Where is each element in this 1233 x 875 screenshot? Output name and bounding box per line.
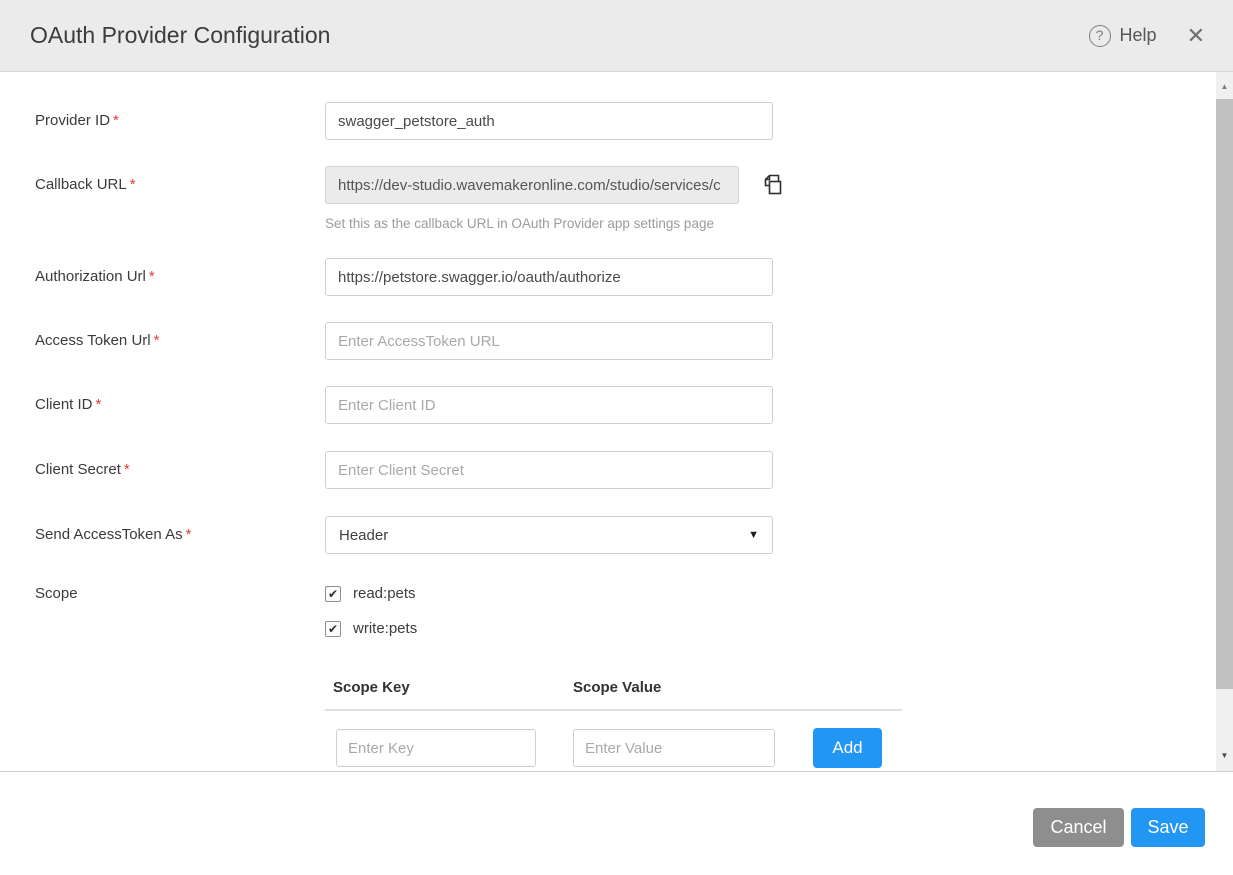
scope-option-read-pets: ✔ read:pets [325,585,785,602]
label-text: Client Secret [35,461,121,478]
callback-url-input [325,166,739,204]
checkbox-label: read:pets [353,585,416,602]
scope-option-write-pets: ✔ write:pets [325,620,785,637]
save-button[interactable]: Save [1131,808,1205,847]
dialog-body: Provider ID* Callback URL* [0,72,1233,772]
callback-url-control: Set this as the callback URL in OAuth Pr… [325,166,785,231]
callback-url-row: Callback URL* Set this as the callback U… [35,166,1233,231]
close-icon[interactable]: ✕ [1187,25,1205,47]
required-marker: * [130,176,136,193]
oauth-provider-dialog: OAuth Provider Configuration ? Help ✕ Pr… [0,0,1233,875]
scope-key-header: Scope Key [333,679,573,696]
client-id-control [325,386,785,424]
access-token-url-row: Access Token Url* [35,322,1233,360]
provider-id-input[interactable] [325,102,773,140]
copy-icon[interactable] [760,171,785,199]
access-token-url-control [325,322,785,360]
send-access-token-row: Send AccessToken As* Header ▼ [35,516,1233,554]
send-access-token-control: Header ▼ [325,516,785,554]
provider-id-control [325,102,785,140]
label-text: Client ID [35,396,93,413]
check-icon: ✔ [328,623,338,635]
scope-table: Scope Key Scope Value Add [325,679,902,768]
scroll-down-icon[interactable]: ▼ [1216,747,1233,765]
scope-row: Scope ✔ read:pets ✔ write:pets [35,585,1233,655]
scope-value-header: Scope Value [573,679,661,696]
client-id-row: Client ID* [35,386,1233,424]
required-marker: * [124,461,130,478]
provider-id-row: Provider ID* [35,102,1233,140]
client-id-label: Client ID* [35,386,325,424]
chevron-down-icon: ▼ [748,529,759,541]
client-secret-input[interactable] [325,451,773,489]
vertical-scrollbar[interactable]: ▲ ▼ [1216,72,1233,771]
client-secret-row: Client Secret* [35,451,1233,489]
scope-key-input[interactable] [336,729,536,767]
callback-url-label: Callback URL* [35,166,325,231]
label-text: Access Token Url [35,332,151,349]
label-text: Scope [35,585,78,602]
help-link[interactable]: ? Help [1089,25,1157,47]
label-text: Send AccessToken As [35,526,183,543]
help-label[interactable]: Help [1120,25,1157,46]
scope-table-row: Add [325,728,902,768]
send-access-token-select[interactable]: Header ▼ [325,516,773,554]
dialog-footer: Cancel Save [0,772,1233,875]
authorization-url-row: Authorization Url* [35,258,1233,296]
client-secret-control [325,451,785,489]
callback-url-helper: Set this as the callback URL in OAuth Pr… [325,216,785,231]
required-marker: * [154,332,160,349]
authorization-url-input[interactable] [325,258,773,296]
scrollbar-thumb[interactable] [1216,99,1233,689]
provider-id-label: Provider ID* [35,102,325,140]
label-text: Callback URL [35,176,127,193]
footer-buttons: Cancel Save [1033,808,1205,847]
required-marker: * [149,268,155,285]
checkbox-write-pets[interactable]: ✔ [325,621,341,637]
client-secret-label: Client Secret* [35,451,325,489]
scope-label: Scope [35,585,325,655]
scope-value-input[interactable] [573,729,775,767]
label-text: Provider ID [35,112,110,129]
send-access-token-label: Send AccessToken As* [35,516,325,554]
label-text: Authorization Url [35,268,146,285]
scope-options: ✔ read:pets ✔ write:pets [325,585,785,655]
cancel-button[interactable]: Cancel [1033,808,1124,847]
required-marker: * [186,526,192,543]
checkbox-read-pets[interactable]: ✔ [325,586,341,602]
authorization-url-control [325,258,785,296]
select-value: Header [339,527,388,544]
page-title: OAuth Provider Configuration [30,22,1089,49]
required-marker: * [96,396,102,413]
dialog-header: OAuth Provider Configuration ? Help ✕ [0,0,1233,72]
required-marker: * [113,112,119,129]
scope-table-header: Scope Key Scope Value [325,679,902,711]
help-icon[interactable]: ? [1089,25,1111,47]
client-id-input[interactable] [325,386,773,424]
access-token-url-label: Access Token Url* [35,322,325,360]
check-icon: ✔ [328,588,338,600]
authorization-url-label: Authorization Url* [35,258,325,296]
callback-url-input-wrap [325,166,785,204]
add-scope-button[interactable]: Add [813,728,882,768]
access-token-url-input[interactable] [325,322,773,360]
header-actions: ? Help ✕ [1089,25,1205,47]
checkbox-label: write:pets [353,620,417,637]
scroll-up-icon[interactable]: ▲ [1216,78,1233,96]
